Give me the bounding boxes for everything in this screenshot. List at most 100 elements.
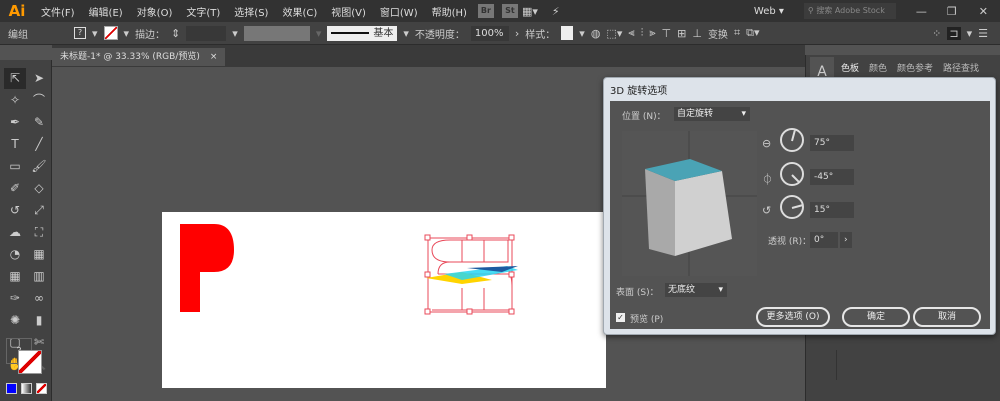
warp-tool[interactable]: ☁	[4, 222, 26, 243]
rotate-tool[interactable]: ↺	[4, 200, 26, 221]
align-top-icon[interactable]: ⊤	[662, 27, 672, 40]
stock-button[interactable]: St	[501, 4, 518, 18]
panel-menu-icon[interactable]: ☰	[978, 27, 988, 40]
perspective-tool[interactable]: ▦	[28, 244, 50, 265]
selection-tool[interactable]: ⇱	[4, 68, 26, 89]
close-window-button[interactable]: ✕	[979, 5, 988, 18]
bridge-button[interactable]: Br	[477, 4, 494, 18]
tab-swatches[interactable]: 色板	[836, 61, 864, 74]
symbol-sprayer-tool[interactable]: ✺	[4, 310, 26, 331]
eraser-tool[interactable]: ◇	[28, 178, 50, 199]
tab-pathfinder[interactable]: 路径查找	[938, 61, 984, 74]
gradient-mode-button[interactable]	[21, 383, 32, 394]
perspective-input[interactable]: 0°	[810, 232, 838, 248]
restore-button[interactable]: ❐	[947, 5, 957, 18]
tab-color[interactable]: 颜色	[864, 61, 892, 74]
shape-builder-tool[interactable]: ◔	[4, 244, 26, 265]
brush-definition[interactable]: 基本	[327, 25, 398, 41]
menu-window[interactable]: 窗口(W)	[373, 4, 425, 19]
pen-tool[interactable]: ✒	[4, 112, 26, 133]
preview-checkbox[interactable]: ✓	[616, 313, 625, 322]
mesh-tool[interactable]: ▦	[4, 266, 26, 287]
variable-width-profile[interactable]	[243, 25, 310, 41]
paintbrush-tool[interactable]: 🖌	[28, 156, 50, 177]
3d-rotate-options-dialog: 3D 旋转选项 位置 (N)： 自定旋转 ▾ ⊖ 75° ⏀ -45° ↺ 15°…	[603, 77, 996, 335]
menu-file[interactable]: 文件(F)	[34, 4, 82, 19]
menu-effect[interactable]: 效果(C)	[275, 4, 324, 19]
opacity-input[interactable]: 100%	[470, 25, 509, 41]
perspective-slider-toggle[interactable]: ›	[840, 232, 852, 248]
minimize-button[interactable]: —	[916, 5, 927, 18]
column-graph-tool[interactable]: ▮	[28, 310, 50, 331]
more-options-button[interactable]: 更多选项 (O)	[756, 307, 830, 327]
none-mode-button[interactable]	[36, 383, 47, 394]
rectangle-tool[interactable]: ▭	[4, 156, 26, 177]
document-tab[interactable]: 未标题-1* @ 33.33% (RGB/预览) ×	[52, 48, 226, 66]
shaper-tool[interactable]: ✐	[4, 178, 26, 199]
stroke-swatch[interactable]	[103, 26, 118, 40]
slice-icon: ✄	[33, 335, 45, 349]
surface-value: 无底纹	[668, 285, 696, 295]
z-angle-dial[interactable]	[780, 195, 804, 219]
recolor-artwork-icon[interactable]: ◍	[591, 27, 601, 40]
envelope-icon[interactable]: ⧉▾	[746, 26, 759, 40]
isolate-icon[interactable]: ⌗	[734, 26, 740, 40]
eyedropper-tool[interactable]: ✑	[4, 288, 26, 309]
close-tab-button[interactable]: ×	[210, 48, 218, 66]
surface-dropdown[interactable]: 无底纹 ▾	[665, 283, 727, 297]
workspace-switcher[interactable]: Web ▾	[754, 6, 784, 17]
panel-tabs: 色板 颜色 颜色参考 路径查找	[836, 61, 984, 74]
shape-builder-icon: ◔	[9, 247, 21, 261]
scale-tool[interactable]: ⤢	[28, 200, 50, 221]
align-right-icon[interactable]: ⫸	[649, 26, 655, 40]
gradient-tool[interactable]: ▥	[28, 266, 50, 287]
line-tool[interactable]: ╱	[28, 134, 50, 155]
magic-wand-tool[interactable]: ✧	[4, 90, 26, 111]
align-center-icon[interactable]: ⫶	[641, 26, 644, 40]
position-label: 位置 (N)：	[622, 112, 666, 122]
cancel-button[interactable]: 取消	[913, 307, 981, 327]
menu-edit[interactable]: 编辑(E)	[82, 4, 130, 19]
x-angle-input[interactable]: 75°	[810, 135, 854, 151]
color-mode-button[interactable]	[6, 383, 17, 394]
stock-search-input[interactable]: ⚲ 搜索 Adobe Stock	[803, 3, 896, 19]
menu-object[interactable]: 对象(O)	[130, 4, 180, 19]
free-transform-tool[interactable]: ⛶	[28, 222, 50, 243]
stroke-color-box[interactable]	[18, 350, 42, 374]
type-tool[interactable]: T	[4, 134, 26, 155]
direct-selection-tool[interactable]: ➤	[28, 68, 50, 89]
menu-type[interactable]: 文字(T)	[179, 4, 227, 19]
y-angle-dial[interactable]	[780, 162, 804, 186]
menu-view[interactable]: 视图(V)	[324, 4, 373, 19]
fill-swatch[interactable]: ?	[74, 27, 86, 39]
menu-select[interactable]: 选择(S)	[227, 4, 275, 19]
lasso-tool[interactable]: ⌒	[28, 90, 50, 111]
tab-color-guide[interactable]: 颜色参考	[892, 61, 938, 74]
align-middle-icon[interactable]: ⊞	[677, 27, 686, 40]
y-angle-input[interactable]: -45°	[810, 169, 854, 185]
warp-icon: ☁	[9, 225, 21, 239]
gpu-performance-icon[interactable]: ⚡	[552, 5, 560, 18]
shape-icon[interactable]: ⬚▾	[606, 27, 622, 40]
stroke-weight-stepper[interactable]: ⇕	[171, 27, 180, 40]
curvature-tool[interactable]: ✎	[28, 112, 50, 133]
stroke-weight-input[interactable]	[186, 25, 227, 41]
artboard[interactable]	[162, 212, 606, 388]
shaper-icon: ✐	[9, 181, 21, 195]
select-similar-icon[interactable]: ⁘	[932, 27, 941, 40]
ok-button[interactable]: 确定	[842, 307, 910, 327]
x-angle-dial[interactable]	[780, 128, 804, 152]
z-axis-icon: ↺	[762, 204, 772, 217]
tools-panel: ⇱➤✧⌒✒✎T╱▭🖌✐◇↺⤢☁⛶◔▦▦▥✑∞✺▮▢✄✋🔍 ?	[0, 60, 52, 401]
panel-toggle-icon[interactable]: ⊐	[947, 26, 961, 40]
graphic-style-swatch[interactable]	[561, 26, 574, 40]
menu-help[interactable]: 帮助(H)	[425, 4, 474, 19]
arrange-documents-icon[interactable]: ▦▾	[522, 5, 538, 18]
blend-tool[interactable]: ∞	[28, 288, 50, 309]
position-dropdown[interactable]: 自定旋转 ▾	[674, 107, 750, 121]
transform-link[interactable]: 变换	[708, 26, 728, 41]
z-angle-input[interactable]: 15°	[810, 202, 854, 218]
align-left-icon[interactable]: ⫷	[628, 26, 634, 40]
align-bottom-icon[interactable]: ⊥	[692, 27, 702, 40]
rotation-cube-preview[interactable]	[622, 131, 757, 276]
